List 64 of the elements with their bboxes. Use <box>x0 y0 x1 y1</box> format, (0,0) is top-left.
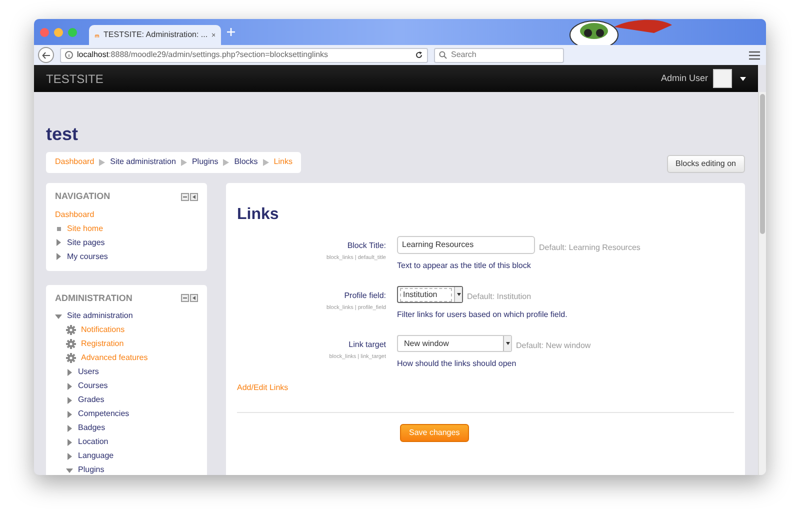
setting-label: Profile field: <box>344 290 386 302</box>
reload-icon[interactable] <box>415 51 423 59</box>
block-title: NAVIGATION <box>55 190 110 203</box>
setting-label: Link target <box>348 339 386 351</box>
nav-link[interactable]: Badges <box>78 422 106 434</box>
nav-link[interactable]: Courses <box>78 380 108 392</box>
select-value: Institution <box>400 288 452 302</box>
menu-icon[interactable] <box>749 50 760 60</box>
search-field[interactable]: Search <box>434 48 564 62</box>
nav-link[interactable]: Grades <box>78 394 104 406</box>
block-controls-icon[interactable] <box>181 192 198 201</box>
nav-link[interactable]: My courses <box>67 250 108 262</box>
breadcrumb-separator-icon <box>262 158 269 166</box>
select-value: New window <box>404 338 449 350</box>
scrollbar-thumb[interactable] <box>760 94 765 234</box>
breadcrumb-separator-icon <box>223 158 230 166</box>
nav-link[interactable]: Users <box>78 366 99 378</box>
nav-link[interactable]: Site administration <box>67 310 133 322</box>
info-icon <box>65 51 73 59</box>
default-value-text: Default: New window <box>516 340 591 352</box>
breadcrumb-separator-icon <box>180 158 187 166</box>
user-name[interactable]: Admin User <box>660 72 708 86</box>
expanded-arrow-icon <box>66 466 73 474</box>
default-value-text: Default: Learning Resources <box>539 242 640 254</box>
search-placeholder: Search <box>451 49 476 61</box>
select-field[interactable]: Institution <box>397 286 463 303</box>
breadcrumb-link[interactable]: Plugins <box>192 156 218 168</box>
search-icon <box>439 51 447 59</box>
setting-description: Text to appear as the title of this block <box>397 260 532 272</box>
section-heading: Links <box>237 205 280 225</box>
back-button[interactable] <box>38 47 54 63</box>
nav-link[interactable]: Location <box>78 436 108 448</box>
site-favicon-icon <box>95 32 100 38</box>
expanded-arrow-icon <box>55 312 62 320</box>
setting-description: How should the links should open <box>397 358 518 370</box>
setting-label: Block Title: <box>347 240 386 252</box>
page-title: test <box>46 123 80 145</box>
browser-tab[interactable]: TESTSITE: Administration: ... <box>89 25 221 45</box>
block-title: ADMINISTRATION <box>55 292 132 304</box>
breadcrumb-link[interactable]: Blocks <box>234 156 258 168</box>
address-bar[interactable]: localhost:8888/moodle29/admin/settings.php?section=blocksettinglinks <box>60 48 428 62</box>
block-controls-icon[interactable] <box>181 294 198 302</box>
nav-link[interactable]: Language <box>78 450 114 462</box>
gear-icon <box>66 353 76 363</box>
site-brand[interactable]: TESTSITE <box>46 70 104 88</box>
breadcrumb-separator-icon <box>99 158 106 166</box>
select-field[interactable]: New window <box>397 335 512 352</box>
caret-icon[interactable] <box>740 76 746 80</box>
nav-link[interactable]: Plugins <box>78 464 104 475</box>
new-tab-icon[interactable] <box>227 28 235 36</box>
gear-icon <box>66 339 76 349</box>
blocks-editing-button[interactable]: Blocks editing on <box>666 155 745 173</box>
breadcrumb-link[interactable]: Site administration <box>110 156 176 168</box>
nav-link[interactable]: Site pages <box>67 236 105 248</box>
default-value-text: Default: Institution <box>467 291 532 303</box>
tab-title: TESTSITE: Administration: ... <box>104 29 208 41</box>
nav-link[interactable]: Competencies <box>78 408 130 420</box>
gear-icon <box>66 325 76 335</box>
url-text: localhost:8888/moodle29/admin/settings.php?section=blocksettinglinks <box>77 49 328 61</box>
back-arrow-icon <box>42 52 50 58</box>
text-input-field[interactable]: Learning Resources <box>397 236 535 254</box>
bullet-icon <box>57 226 61 230</box>
setting-description: Filter links for users based on which profile field. <box>397 309 568 321</box>
close-icon[interactable] <box>212 32 215 38</box>
